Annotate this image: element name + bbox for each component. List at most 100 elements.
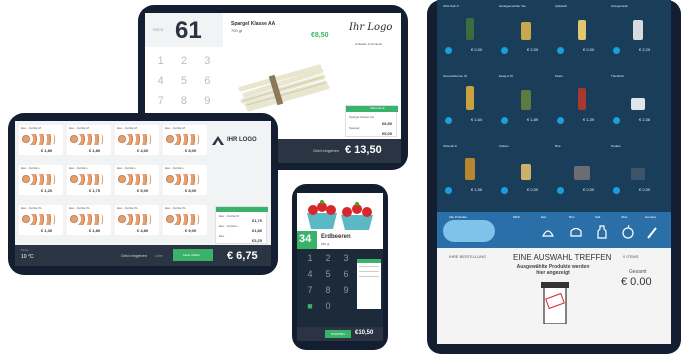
product-price: € 0,00: [639, 187, 651, 192]
marketing-collage: PACK 61 1 2 3 4 5 6 7 8 9 Spargel Klasse…: [0, 0, 683, 354]
bread-icon[interactable]: [569, 226, 583, 238]
product-name: Olivenöl 1l: [443, 144, 458, 148]
keypad-key[interactable]: 8: [172, 95, 195, 115]
product-price: € 1,56: [471, 187, 483, 192]
keypad-key[interactable]: 8: [319, 285, 337, 301]
product-tile[interactable]: Pesto € 1,39: [555, 74, 609, 126]
product-tile[interactable]: Olivenöl 1l € 1,56: [443, 144, 497, 196]
category-label[interactable]: Alle Produkte: [449, 215, 467, 219]
product-card[interactable]: Eier - Größe M € 8,00: [163, 125, 207, 155]
egg-carton-image: [117, 214, 151, 225]
product-card[interactable]: Eier - Größe M € 1,80: [67, 125, 111, 155]
product-card[interactable]: Eier - Größe M € 4,60: [115, 125, 159, 155]
info-badge-icon[interactable]: [613, 187, 620, 194]
phone-strawberries-screen: 34 Erdbeeren 250 gr 1 2 3 4 5 6 7 8 9 ■ …: [297, 193, 383, 341]
product-card[interactable]: Eier - Größe L € 5,00: [115, 165, 159, 195]
product-price: € 9,00: [185, 228, 197, 233]
keypad-key[interactable]: 3: [337, 253, 355, 269]
product-card[interactable]: Eier - Größe XL € 1,80: [67, 205, 111, 235]
product-name: Orangensaft: [611, 4, 628, 8]
category-active[interactable]: [443, 220, 495, 242]
info-badge-icon[interactable]: [445, 47, 452, 54]
cart-line-label: Spargel Klasse AA: [349, 115, 374, 119]
product-price: € 1,80: [89, 228, 101, 233]
product-card[interactable]: Eier - Größe L € 8,00: [163, 165, 207, 195]
keypad-key[interactable]: 4: [149, 75, 172, 95]
cart-panel: Warenkorb Spargel Klasse AA €8,50 Sparge…: [345, 105, 398, 137]
product-card[interactable]: Eier - Größe XL € 4,80: [115, 205, 159, 235]
keypad-key[interactable]: 4: [301, 269, 319, 285]
total-amount: € 13,50: [345, 144, 382, 156]
info-badge-icon[interactable]: [557, 117, 564, 124]
logo-text: Ihr Logo: [349, 22, 393, 33]
category-label[interactable]: Obst: [621, 215, 627, 219]
category-label[interactable]: Saft: [595, 215, 600, 219]
egg-icon[interactable]: [541, 226, 555, 238]
info-badge-icon[interactable]: [613, 117, 620, 124]
keypad-key[interactable]: 6: [337, 269, 355, 285]
info-badge-icon[interactable]: [445, 117, 452, 124]
product-tile[interactable]: Apfelsaft € 0,00: [555, 4, 609, 56]
keypad-key[interactable]: 2: [319, 253, 337, 269]
keypad-key[interactable]: 7: [149, 95, 172, 115]
product-tile[interactable]: Thunfisch € 2,36: [611, 74, 665, 126]
product-name: Handgemachter Tee: [499, 4, 526, 8]
product-card[interactable]: Eier - Größe XL € 1,30: [19, 205, 63, 235]
product-card[interactable]: Eier - Größe L € 1,20: [19, 165, 63, 195]
keypad-ok-icon[interactable]: ■: [301, 301, 319, 317]
product-name: Brot: [555, 144, 561, 148]
info-badge-icon[interactable]: [557, 187, 564, 194]
product-image: [574, 166, 590, 180]
product-price: € 1,39: [583, 117, 595, 122]
product-card[interactable]: Eier - Größe XL € 9,00: [163, 205, 207, 235]
category-label[interactable]: Milch: [513, 215, 520, 219]
product-tile[interactable]: Essig & Öl € 1,89: [499, 74, 553, 126]
product-tile[interactable]: Handgemachter Tee € 2,59: [499, 4, 553, 56]
category-label[interactable]: Gemüse: [645, 215, 656, 219]
product-price: € 4,60: [137, 148, 149, 153]
start-button[interactable]: STARTEN: [325, 330, 351, 338]
category-label[interactable]: Eier: [541, 215, 546, 219]
keypad-key[interactable]: 2: [172, 55, 195, 75]
product-tile[interactable]: Kräuter € 0,00: [499, 144, 553, 196]
keypad-key[interactable]: 9: [337, 285, 355, 301]
info-badge-icon[interactable]: [557, 47, 564, 54]
tablet-eggs: Eier - Größe M € 1,80 Eier - Größe M € 1,80…: [8, 113, 278, 275]
product-card[interactable]: Eier - Größe L € 1,75: [67, 165, 111, 195]
info-badge-icon[interactable]: [501, 117, 508, 124]
product-card[interactable]: Eier - Größe M € 1,80: [19, 125, 63, 155]
product-tile[interactable]: Nudeln € 0,00: [611, 144, 665, 196]
info-badge-icon[interactable]: [501, 187, 508, 194]
brand-logo: IHR LOGO: [211, 133, 267, 151]
product-tile[interactable]: Sonnenblumen Öl € 1,64: [443, 74, 497, 126]
info-badge-icon[interactable]: [445, 187, 452, 194]
keypad-key[interactable]: 1: [149, 55, 172, 75]
info-badge-icon[interactable]: [501, 47, 508, 54]
total-amount: €10,50: [355, 330, 374, 336]
product-header: Spargel Klasse AA 700 gr €8,50: [223, 13, 343, 47]
keypad-key[interactable]: 5: [319, 269, 337, 285]
product-tile[interactable]: Brot € 0,00: [555, 144, 609, 196]
apple-icon[interactable]: [621, 225, 635, 239]
keypad-key[interactable]: 7: [301, 285, 319, 301]
keypad-key[interactable]: 6: [196, 75, 219, 95]
keypad-key[interactable]: 1: [301, 253, 319, 269]
product-tile[interactable]: Obst Saft 1l € 0,00: [443, 4, 497, 56]
product-tile[interactable]: Orangensaft € 2,29: [611, 4, 665, 56]
egg-carton-image: [69, 174, 103, 185]
category-label[interactable]: Brot: [569, 215, 575, 219]
info-badge-icon[interactable]: [613, 47, 620, 54]
card-pay-button[interactable]: Karte zahlen: [173, 249, 213, 261]
keypad-key[interactable]: 5: [172, 75, 195, 95]
product-name: Apfelsaft: [555, 4, 567, 8]
product-price: € 1,30: [41, 228, 53, 233]
keypad-key[interactable]: 9: [196, 95, 219, 115]
pay-hint: oder: [155, 253, 164, 258]
keypad-key[interactable]: 3: [196, 55, 219, 75]
bottle-icon[interactable]: [597, 225, 607, 239]
carrot-icon[interactable]: [645, 225, 659, 239]
product-image: [521, 90, 531, 110]
product-name: Eier - Größe XL: [117, 206, 139, 210]
egg-carton-image: [21, 134, 55, 145]
keypad-key[interactable]: 0: [319, 301, 337, 317]
